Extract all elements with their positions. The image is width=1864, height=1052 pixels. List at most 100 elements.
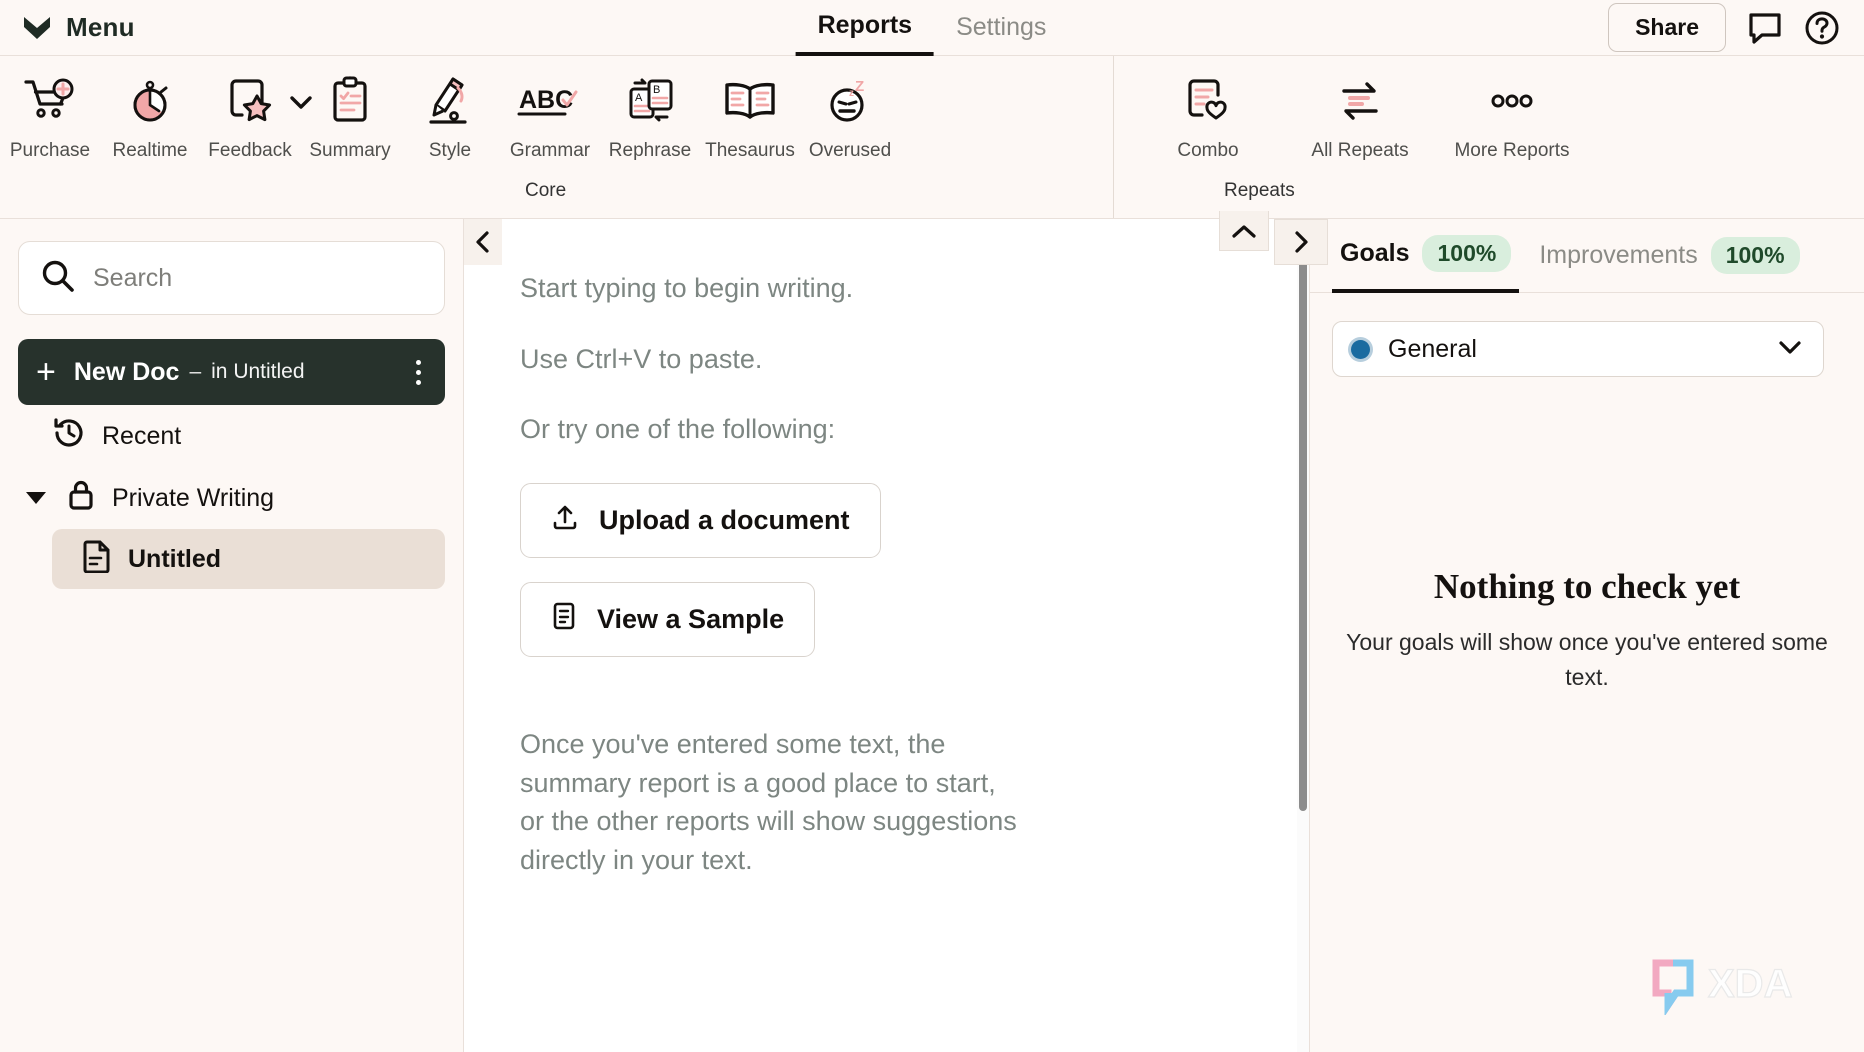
caret-down-icon[interactable] (26, 492, 46, 504)
sidebar-document-untitled[interactable]: Untitled (52, 529, 445, 589)
collapse-ribbon-button[interactable] (1219, 211, 1269, 251)
collapse-right-panel-button[interactable] (1274, 219, 1328, 265)
tab-improvements-label: Improvements (1539, 241, 1698, 269)
share-button[interactable]: Share (1608, 3, 1726, 52)
ribbon-label: All Repeats (1311, 140, 1409, 161)
tab-goals-label: Goals (1340, 239, 1410, 267)
ribbon-label: Purchase (9, 140, 91, 161)
tab-goals[interactable]: Goals 100% (1332, 219, 1520, 293)
plus-icon: + (36, 353, 56, 391)
ribbon-item-thesaurus[interactable]: Thesaurus (700, 70, 800, 162)
svg-text:B: B (653, 84, 660, 96)
help-circle-icon[interactable] (1804, 10, 1840, 46)
ribbon-item-realtime[interactable]: Realtime (100, 70, 200, 162)
comment-bubble-icon[interactable] (1748, 12, 1782, 44)
sidebar-item-recent[interactable]: Recent (18, 405, 445, 467)
ribbon-label: Feedback (208, 140, 292, 161)
editor-scrollbar[interactable] (1297, 219, 1309, 1052)
doc-heart-icon (1182, 70, 1234, 132)
ribbon-group-core-items: Purchase Realtime Feedback Summary Style… (0, 56, 1113, 162)
new-doc-location: in Untitled (211, 360, 305, 383)
menu-label: Menu (66, 12, 135, 42)
sidebar-document-label: Untitled (128, 544, 222, 573)
editor-hint-line-3: Or try one of the following: (520, 414, 836, 445)
ribbon-item-summary[interactable]: Summary (300, 70, 400, 162)
ribbon-label: Style (428, 140, 472, 161)
menu-button[interactable]: Menu (0, 12, 135, 43)
editor-hint-line-1: Start typing to begin writing. (520, 273, 854, 303)
svg-text:Z: Z (855, 78, 864, 95)
ribbon-item-overused[interactable]: Z z Overused (800, 70, 900, 162)
right-panel-tabs: Goals 100% Improvements 100% (1310, 219, 1864, 293)
tab-goals-badge: 100% (1422, 235, 1512, 272)
new-doc-label: New Doc (73, 357, 180, 386)
tab-improvements-badge: 100% (1710, 237, 1800, 274)
view-sample-button[interactable]: View a Sample (520, 581, 816, 657)
ribbon-item-rephrase[interactable]: A B Rephrase (600, 70, 700, 162)
svg-text:A: A (635, 92, 643, 104)
ribbon-item-more-reports[interactable]: More Reports (1436, 70, 1588, 162)
kebab-menu-icon[interactable] (410, 354, 427, 391)
svg-text:ABC: ABC (519, 86, 573, 114)
ribbon-item-all-repeats[interactable]: All Repeats (1284, 70, 1436, 162)
scrollbar-thumb[interactable] (1299, 241, 1307, 811)
stopwatch-icon (124, 70, 176, 132)
sidebar-item-label: Recent (102, 421, 182, 450)
editor-hint-line-2: Use Ctrl+V to paste. (520, 343, 763, 374)
chevron-down-icon[interactable] (1775, 336, 1805, 363)
history-clock-icon (52, 416, 86, 457)
search-placeholder: Search (93, 263, 173, 292)
ribbon-item-feedback[interactable]: Feedback (200, 70, 312, 162)
ribbon-group-title-core: Core (525, 180, 567, 201)
editor-content[interactable]: Start typing to begin writing. Use Ctrl+… (464, 219, 1104, 880)
tab-reports[interactable]: Reports (795, 0, 935, 56)
document-lines-icon (551, 601, 577, 638)
document-icon (82, 539, 112, 580)
new-doc-button[interactable]: + New Doc – in Untitled (18, 339, 445, 405)
ribbon-label: More Reports (1454, 140, 1570, 161)
prowritingaid-chevron-logo-icon (22, 15, 52, 41)
header-actions: Share (1608, 3, 1864, 52)
goal-category-label: General (1388, 334, 1477, 363)
swap-cards-icon: A B (623, 70, 677, 132)
ribbon-item-grammar[interactable]: ABC Grammar (500, 70, 600, 162)
tab-settings[interactable]: Settings (934, 0, 1068, 56)
empty-state-subtitle: Your goals will show once you've entered… (1346, 629, 1828, 690)
header-tabs: Reports Settings (795, 0, 1069, 56)
ribbon-group-repeats: Combo All Repeats More Reports Repeats (1113, 56, 1864, 218)
chevron-up-icon (1232, 224, 1256, 238)
ribbon-group-core: Purchase Realtime Feedback Summary Style… (0, 56, 1113, 218)
lock-icon (66, 478, 96, 519)
xda-watermark: XDA (1648, 957, 1838, 1020)
view-sample-label: View a Sample (597, 603, 785, 634)
goal-category-select[interactable]: General (1332, 321, 1824, 377)
ribbon-label: Thesaurus (705, 140, 795, 161)
ribbon-group-repeats-items: Combo All Repeats More Reports (1114, 56, 1864, 162)
cart-plus-icon (22, 70, 78, 132)
app-root: Menu Reports Settings Share Purchase Rea… (0, 0, 1864, 1052)
upload-document-button[interactable]: Upload a document (520, 482, 881, 558)
collapse-sidebar-button[interactable] (464, 219, 502, 265)
ribbon-item-style[interactable]: Style (400, 70, 500, 162)
ribbon-label: Summary (309, 140, 391, 161)
ribbon-group-title-repeats: Repeats (1224, 180, 1295, 201)
doc-star-icon (224, 70, 276, 132)
pencil-icon (425, 70, 475, 132)
sidebar-item-private-writing[interactable]: Private Writing (18, 467, 445, 529)
chevron-right-icon (1295, 231, 1308, 253)
clipboard-check-icon (327, 70, 373, 132)
status-dot (1351, 339, 1370, 359)
ribbon-label: Grammar (509, 140, 591, 161)
ribbon-label: Rephrase (608, 140, 692, 161)
new-doc-dash: – (189, 360, 202, 383)
editor-note: Once you've entered some text, the summa… (520, 728, 1017, 876)
ribbon-item-combo[interactable]: Combo (1132, 70, 1284, 162)
editor-area[interactable]: Start typing to begin writing. Use Ctrl+… (464, 211, 1310, 1052)
chevron-left-icon (476, 231, 489, 253)
search-input[interactable]: Search (18, 241, 445, 315)
sidebar-item-label: Private Writing (112, 483, 275, 512)
tab-improvements[interactable]: Improvements 100% (1531, 219, 1807, 293)
ribbon-item-purchase[interactable]: Purchase (0, 70, 100, 162)
search-icon (41, 259, 75, 298)
empty-state-title: Nothing to check yet (1433, 567, 1741, 606)
